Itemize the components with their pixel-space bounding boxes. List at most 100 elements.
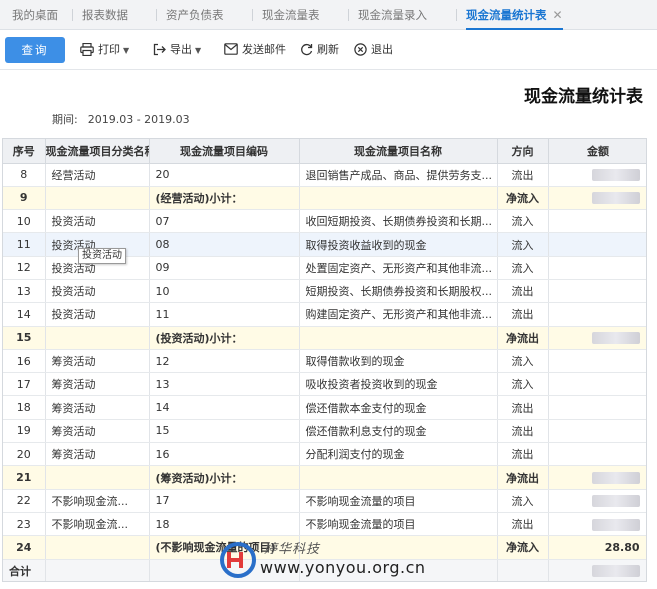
cell-no[interactable]: 24 bbox=[3, 535, 46, 560]
cell-no[interactable]: 23 bbox=[3, 512, 46, 537]
tab-report-data[interactable]: 报表数据 bbox=[72, 0, 128, 30]
cell-code[interactable]: 09 bbox=[149, 256, 300, 280]
cell-no[interactable]: 22 bbox=[3, 489, 46, 513]
cell-no[interactable]: 15 bbox=[3, 326, 46, 350]
col-header-no[interactable]: 序号 bbox=[3, 139, 46, 164]
cell-amount[interactable] bbox=[548, 256, 646, 280]
cell-no[interactable]: 11 bbox=[3, 232, 46, 257]
table-row[interactable]: 14 投资活动 11 购建固定资产、无形资产和其他非流... 流出 bbox=[3, 302, 646, 327]
cell-amount[interactable] bbox=[548, 163, 646, 187]
cell-category[interactable] bbox=[45, 559, 150, 581]
cell-code[interactable]: (经营活动)小计： bbox=[149, 186, 300, 211]
cell-category[interactable]: 投资活动 bbox=[45, 302, 150, 327]
cell-direction[interactable]: 流出 bbox=[497, 442, 549, 467]
cell-code[interactable]: 11 bbox=[149, 302, 300, 327]
cell-category[interactable]: 筹资活动 bbox=[45, 349, 150, 374]
cell-code[interactable]: 15 bbox=[149, 419, 300, 444]
cell-name[interactable] bbox=[299, 535, 498, 560]
cell-no[interactable]: 合计 bbox=[3, 559, 46, 581]
cell-no[interactable]: 9 bbox=[3, 186, 46, 211]
cell-name[interactable] bbox=[299, 186, 498, 211]
cell-code[interactable]: 10 bbox=[149, 279, 300, 304]
cell-amount[interactable] bbox=[548, 186, 646, 211]
cell-code[interactable]: (投资活动)小计： bbox=[149, 326, 300, 350]
cell-direction[interactable]: 净流出 bbox=[497, 326, 549, 350]
cell-name[interactable] bbox=[299, 559, 498, 581]
cell-category[interactable]: 不影响现金流... bbox=[45, 512, 150, 537]
cell-code[interactable]: 12 bbox=[149, 349, 300, 374]
cell-amount[interactable]: 28.80 bbox=[548, 535, 646, 560]
table-row[interactable]: 22 不影响现金流... 17 不影响现金流量的项目 流入 bbox=[3, 489, 646, 513]
refresh-button[interactable]: 刷新 bbox=[300, 30, 339, 70]
query-button[interactable]: 查询 bbox=[5, 37, 65, 63]
tab-cashflow-summary[interactable]: 现金流量统计表 ✕ bbox=[456, 0, 563, 30]
cell-category[interactable]: 筹资活动 bbox=[45, 419, 150, 444]
cell-no[interactable]: 13 bbox=[3, 279, 46, 304]
cell-name[interactable]: 分配利润支付的现金 bbox=[299, 442, 498, 467]
cell-no[interactable]: 17 bbox=[3, 372, 46, 397]
cell-category[interactable]: 经营活动 bbox=[45, 163, 150, 187]
cell-name[interactable]: 取得借款收到的现金 bbox=[299, 349, 498, 374]
cell-code[interactable] bbox=[149, 559, 300, 581]
cell-name[interactable]: 不影响现金流量的项目 bbox=[299, 489, 498, 513]
cell-no[interactable]: 18 bbox=[3, 395, 46, 420]
table-row[interactable]: 19 筹资活动 15 偿还借款利息支付的现金 流出 bbox=[3, 419, 646, 444]
cell-no[interactable]: 8 bbox=[3, 163, 46, 187]
cell-code[interactable]: 07 bbox=[149, 209, 300, 234]
cell-amount[interactable] bbox=[548, 232, 646, 257]
cell-direction[interactable] bbox=[497, 559, 549, 581]
cell-name[interactable]: 处置固定资产、无形资产和其他非流... bbox=[299, 256, 498, 280]
exit-button[interactable]: 退出 bbox=[354, 30, 393, 70]
cell-direction[interactable]: 流出 bbox=[497, 279, 549, 304]
cell-no[interactable]: 20 bbox=[3, 442, 46, 467]
col-header-amount[interactable]: 金额 bbox=[548, 139, 646, 164]
cell-category[interactable]: 筹资活动 bbox=[45, 372, 150, 397]
col-header-category[interactable]: 现金流量项目分类名称 bbox=[45, 139, 150, 164]
cell-amount[interactable] bbox=[548, 559, 646, 581]
cell-direction[interactable]: 流出 bbox=[497, 512, 549, 537]
table-row[interactable]: 18 筹资活动 14 偿还借款本金支付的现金 流出 bbox=[3, 395, 646, 420]
cell-name[interactable]: 偿还借款本金支付的现金 bbox=[299, 395, 498, 420]
cell-no[interactable]: 12 bbox=[3, 256, 46, 280]
col-header-code[interactable]: 现金流量项目编码 bbox=[149, 139, 300, 164]
cell-code[interactable]: 17 bbox=[149, 489, 300, 513]
table-row[interactable]: 17 筹资活动 13 吸收投资者投资收到的现金 流入 bbox=[3, 372, 646, 397]
cell-name[interactable]: 收回短期投资、长期债券投资和长期... bbox=[299, 209, 498, 234]
cell-direction[interactable]: 流出 bbox=[497, 302, 549, 327]
cell-code[interactable]: 18 bbox=[149, 512, 300, 537]
cell-amount[interactable] bbox=[548, 489, 646, 513]
cell-code[interactable]: 16 bbox=[149, 442, 300, 467]
cell-category[interactable]: 筹资活动 bbox=[45, 395, 150, 420]
cell-no[interactable]: 19 bbox=[3, 419, 46, 444]
cell-code[interactable]: (筹资活动)小计： bbox=[149, 465, 300, 490]
cell-category[interactable]: 投资活动 bbox=[45, 279, 150, 304]
cell-name[interactable]: 取得投资收益收到的现金 bbox=[299, 232, 498, 257]
close-icon[interactable]: ✕ bbox=[553, 8, 563, 22]
cell-direction[interactable]: 净流入 bbox=[497, 186, 549, 211]
cell-name[interactable]: 退回销售产成品、商品、提供劳务支... bbox=[299, 163, 498, 187]
cell-amount[interactable] bbox=[548, 302, 646, 327]
table-row[interactable]: 13 投资活动 10 短期投资、长期债券投资和长期股权... 流出 bbox=[3, 279, 646, 304]
cell-amount[interactable] bbox=[548, 209, 646, 234]
cell-direction[interactable]: 流入 bbox=[497, 209, 549, 234]
table-row[interactable]: 9 (经营活动)小计： 净流入 bbox=[3, 186, 646, 211]
table-row[interactable]: 16 筹资活动 12 取得借款收到的现金 流入 bbox=[3, 349, 646, 374]
print-button[interactable]: 打印 ▼ bbox=[80, 30, 129, 70]
cell-no[interactable]: 16 bbox=[3, 349, 46, 374]
table-row[interactable]: 24 (不影响现金流量的项目) 净流入 28.80 bbox=[3, 535, 646, 560]
cell-no[interactable]: 10 bbox=[3, 209, 46, 234]
cell-name[interactable]: 偿还借款利息支付的现金 bbox=[299, 419, 498, 444]
cell-name[interactable] bbox=[299, 465, 498, 490]
cell-category[interactable] bbox=[45, 326, 150, 350]
table-row[interactable]: 15 (投资活动)小计： 净流出 bbox=[3, 326, 646, 350]
col-header-name[interactable]: 现金流量项目名称 bbox=[299, 139, 498, 164]
cell-name[interactable] bbox=[299, 326, 498, 350]
table-row[interactable]: 合计 bbox=[3, 559, 646, 581]
cell-category[interactable]: 投资活动 bbox=[45, 209, 150, 234]
cell-amount[interactable] bbox=[548, 349, 646, 374]
cell-amount[interactable] bbox=[548, 442, 646, 467]
cell-amount[interactable] bbox=[548, 395, 646, 420]
col-header-direction[interactable]: 方向 bbox=[497, 139, 549, 164]
tab-my-desktop[interactable]: 我的桌面 bbox=[12, 0, 58, 30]
cell-name[interactable]: 购建固定资产、无形资产和其他非流... bbox=[299, 302, 498, 327]
